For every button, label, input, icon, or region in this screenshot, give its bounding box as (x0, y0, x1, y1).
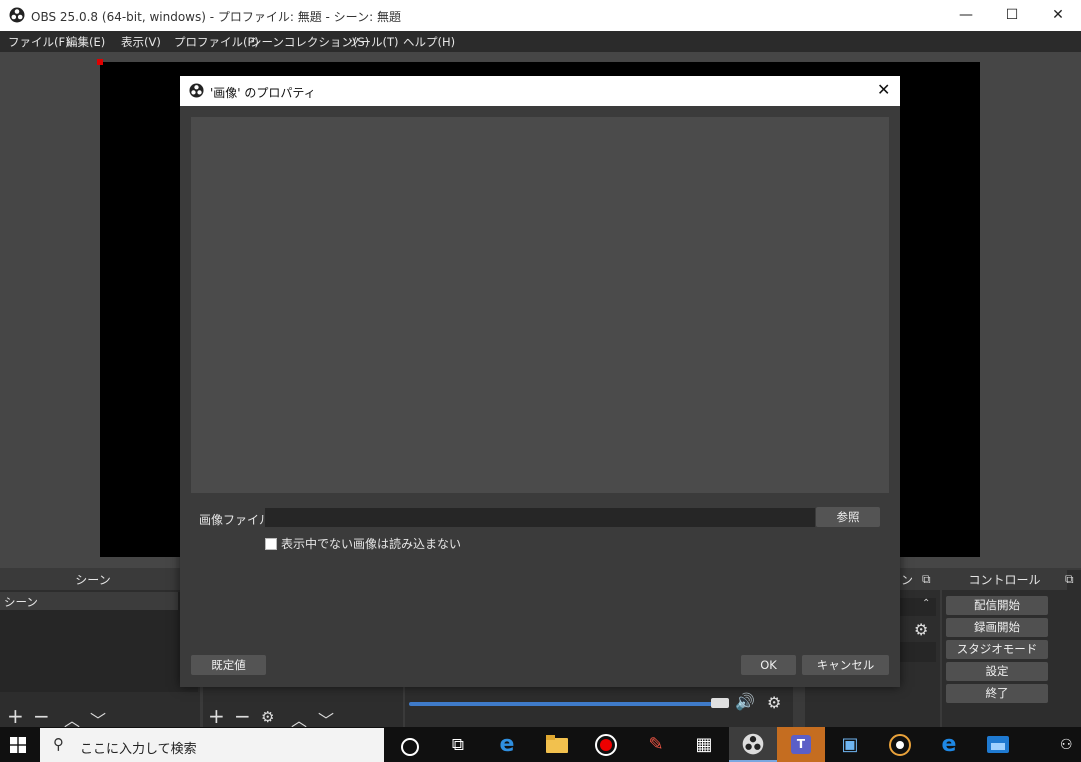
obs-taskbar-icon (742, 733, 764, 755)
cancel-button[interactable]: キャンセル (802, 655, 889, 675)
teams-taskbar-item[interactable]: T (777, 727, 825, 762)
edge-icon[interactable]: e (937, 733, 961, 757)
studio-mode-button[interactable]: スタジオモード (946, 640, 1048, 659)
window-titlebar: OBS 25.0.8 (64-bit, windows) - プロファイル: 無… (0, 0, 1081, 31)
menu-profile[interactable]: プロファイル(P) (174, 34, 259, 50)
task-view-icon[interactable]: ⧉ (446, 733, 470, 757)
undock-icon[interactable]: ⧉ (1065, 572, 1074, 587)
file-explorer-icon[interactable] (545, 733, 569, 757)
transition-select[interactable]: ⌃ (900, 598, 936, 616)
image-file-label: 画像ファイル (199, 513, 272, 527)
defaults-button[interactable]: 既定値 (191, 655, 266, 675)
close-window-button[interactable]: ✕ (1035, 0, 1081, 31)
control-panel-icon[interactable]: ▣ (838, 733, 862, 757)
windows-start-icon[interactable] (10, 737, 26, 753)
menu-bar: ファイル(F) 編集(E) 表示(V) プロファイル(P) シーンコレクション(… (0, 31, 1081, 52)
audio-mixer-dock: 🔊 ⚙ (405, 687, 793, 727)
window-title: OBS 25.0.8 (64-bit, windows) - プロファイル: 無… (31, 10, 401, 24)
menu-file[interactable]: ファイル(F) (8, 34, 70, 50)
video-editor-icon[interactable]: ▦ (692, 733, 716, 757)
scenes-dock: シーン シーン + − ︿ ﹀ (0, 570, 200, 730)
add-source-icon[interactable]: + (208, 706, 225, 726)
source-properties-gear-icon[interactable]: ⚙ (261, 708, 274, 726)
ok-button[interactable]: OK (741, 655, 796, 675)
menu-view[interactable]: 表示(V) (121, 34, 161, 50)
scenes-list[interactable]: シーン (0, 592, 198, 692)
controls-dock-header: コントロール (942, 570, 1067, 590)
menu-help[interactable]: ヘルプ(H) (403, 34, 455, 50)
close-dialog-icon[interactable]: ✕ (877, 80, 890, 99)
scene-item-label: シーン (4, 595, 38, 609)
checkbox-label: 表示中でない画像は読み込まない (281, 537, 462, 551)
obs-logo-icon (189, 83, 204, 98)
properties-dialog: '画像' のプロパティ ✕ 画像ファイル 参照 表示中でない画像は読み込まない … (180, 76, 900, 687)
edge-legacy-icon[interactable]: e (495, 733, 519, 757)
start-recording-button[interactable]: 録画開始 (946, 618, 1048, 637)
menu-edit[interactable]: 編集(E) (66, 34, 105, 50)
teams-icon: T (791, 735, 811, 754)
remove-scene-icon[interactable]: − (33, 706, 50, 726)
spin-arrows-icon[interactable]: ⌃ (922, 598, 930, 609)
browse-button[interactable]: 参照 (816, 507, 880, 527)
unload-when-hidden-checkbox[interactable] (265, 538, 277, 550)
cortana-icon[interactable] (401, 738, 419, 756)
remove-source-icon[interactable]: − (234, 706, 251, 726)
obs-logo-icon (9, 7, 25, 23)
source-resize-handle[interactable] (97, 59, 103, 65)
scenes-dock-header: シーン (0, 570, 186, 590)
minimize-button[interactable]: — (943, 0, 989, 31)
undock-icon[interactable]: ⧉ (922, 572, 931, 587)
people-icon[interactable]: ⚇ (1060, 737, 1073, 753)
dialog-titlebar: '画像' のプロパティ ✕ (180, 76, 900, 106)
transition-settings-gear-icon[interactable]: ⚙ (914, 620, 928, 639)
exit-button[interactable]: 終了 (946, 684, 1048, 703)
media-player-icon[interactable] (888, 733, 912, 757)
sources-dock: + − ⚙ ︿ ﹀ (203, 687, 403, 730)
dialog-preview (191, 117, 889, 493)
paint-app-icon[interactable]: ✎ (644, 733, 668, 757)
image-file-input[interactable] (265, 508, 815, 527)
list-item[interactable]: シーン (0, 592, 178, 610)
record-app-icon[interactable] (594, 733, 618, 757)
duration-stepper[interactable] (900, 642, 936, 662)
maximize-button[interactable]: ☐ (989, 0, 1035, 31)
speaker-icon[interactable]: 🔊 (735, 692, 755, 711)
taskbar-obs-active[interactable] (729, 727, 777, 762)
mixer-settings-gear-icon[interactable]: ⚙ (767, 693, 781, 712)
settings-button[interactable]: 設定 (946, 662, 1048, 681)
volume-slider-handle[interactable] (711, 698, 729, 708)
menu-tools[interactable]: ツール(T) (348, 34, 399, 50)
photos-icon[interactable] (986, 733, 1010, 757)
search-icon: ⚲ (53, 735, 64, 753)
volume-slider-track[interactable] (409, 702, 729, 706)
search-placeholder: ここに入力して検索 (80, 742, 197, 757)
dialog-title: '画像' のプロパティ (210, 86, 316, 100)
add-scene-icon[interactable]: + (7, 706, 24, 726)
start-streaming-button[interactable]: 配信開始 (946, 596, 1048, 615)
taskbar-search-box[interactable]: ⚲ ここに入力して検索 (40, 728, 384, 762)
